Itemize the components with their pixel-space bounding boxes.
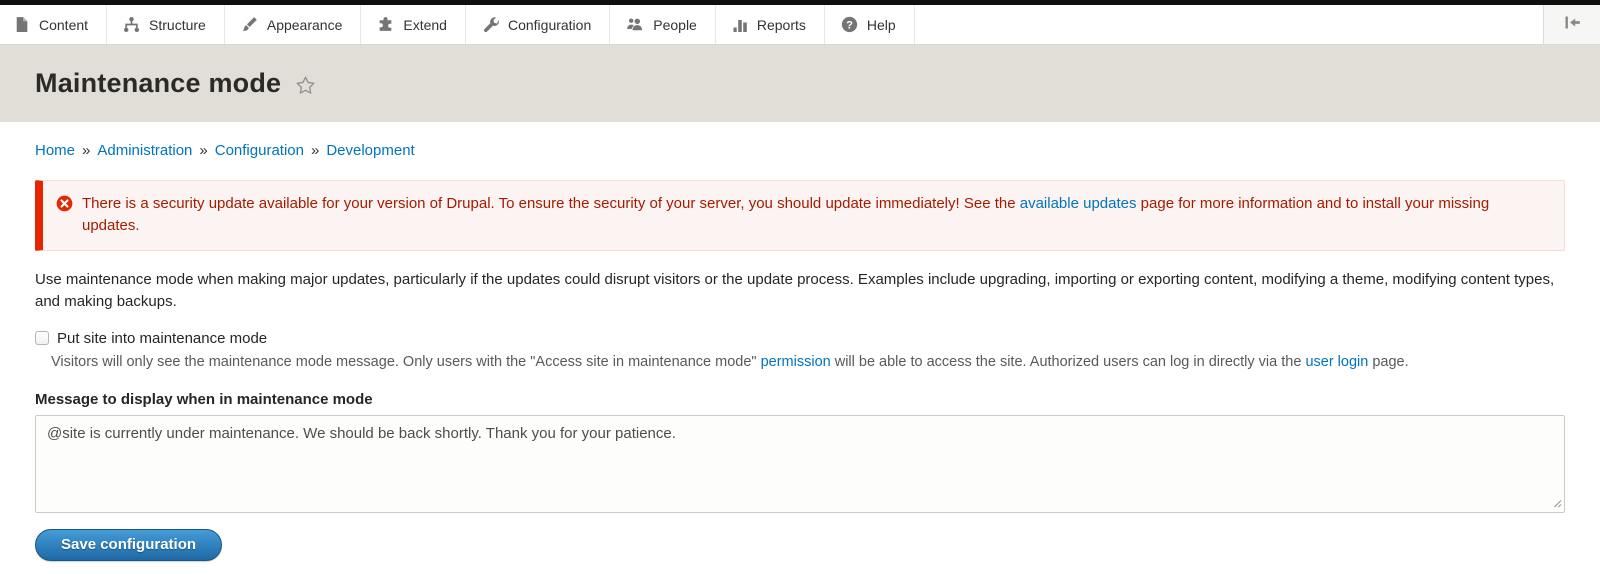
toolbar-item-label: Extend: [403, 17, 447, 33]
breadcrumb-link-configuration[interactable]: Configuration: [215, 142, 304, 159]
toolbar-item-content[interactable]: Content: [0, 5, 107, 44]
user-login-link[interactable]: user login: [1305, 354, 1368, 370]
maintenance-message-textarea[interactable]: @site is currently under maintenance. We…: [35, 415, 1565, 513]
save-configuration-button[interactable]: Save configuration: [35, 529, 222, 561]
intro-text: Use maintenance mode when making major u…: [35, 269, 1565, 314]
toolbar-item-label: Reports: [757, 17, 806, 33]
available-updates-link[interactable]: available updates: [1020, 195, 1137, 212]
paintbrush-icon: [241, 16, 258, 33]
maintenance-mode-row: Put site into maintenance mode: [35, 330, 1565, 347]
toolbar-item-help[interactable]: ? Help: [825, 5, 915, 44]
message-field-label: Message to display when in maintenance m…: [35, 391, 1565, 408]
toolbar-item-label: Structure: [149, 17, 206, 33]
error-text-before: There is a security update available for…: [82, 195, 1020, 212]
page-header: Maintenance mode: [0, 45, 1600, 122]
puzzle-icon: [377, 16, 394, 33]
favorite-star-icon[interactable]: [294, 74, 317, 97]
toolbar-item-appearance[interactable]: Appearance: [225, 5, 362, 44]
toolbar-item-label: Help: [867, 17, 896, 33]
breadcrumb-link-development[interactable]: Development: [326, 142, 414, 159]
message-field-wrap: @site is currently under maintenance. We…: [35, 415, 1565, 513]
help-icon: ?: [841, 16, 858, 33]
toolbar-item-extend[interactable]: Extend: [361, 5, 466, 44]
toolbar-item-structure[interactable]: Structure: [107, 5, 225, 44]
toolbar-item-configuration[interactable]: Configuration: [466, 5, 610, 44]
breadcrumb-link-administration[interactable]: Administration: [97, 142, 192, 159]
wrench-icon: [482, 16, 499, 33]
description-part3: page.: [1368, 354, 1408, 370]
description-part2: will be able to access the site. Authori…: [831, 354, 1306, 370]
svg-text:?: ?: [846, 19, 853, 31]
breadcrumb-separator: »: [199, 142, 207, 159]
textarea-resize-handle[interactable]: [1551, 497, 1562, 508]
toolbar-item-label: People: [653, 17, 697, 33]
toolbar-item-reports[interactable]: Reports: [716, 5, 825, 44]
maintenance-mode-checkbox[interactable]: [35, 331, 49, 345]
admin-toolbar: Content Structure Appearance Extend Conf…: [0, 5, 1600, 45]
breadcrumb: Home » Administration » Configuration » Develo…: [0, 122, 1600, 159]
toolbar-item-label: Configuration: [508, 17, 591, 33]
maintenance-mode-label[interactable]: Put site into maintenance mode: [57, 330, 267, 347]
toolbar-collapse-button[interactable]: [1543, 5, 1600, 44]
toolbar-item-people[interactable]: People: [610, 5, 716, 44]
toolbar-item-label: Content: [39, 17, 88, 33]
error-message: There is a security update available for…: [35, 180, 1565, 251]
permission-link[interactable]: permission: [761, 354, 831, 370]
error-text: There is a security update available for…: [82, 193, 1549, 237]
error-icon: [56, 195, 73, 212]
breadcrumb-link-home[interactable]: Home: [35, 142, 75, 159]
sitemap-icon: [123, 16, 140, 33]
file-icon: [13, 16, 30, 33]
people-icon: [626, 16, 644, 33]
breadcrumb-separator: »: [82, 142, 90, 159]
breadcrumb-separator: »: [311, 142, 319, 159]
description-part1: Visitors will only see the maintenance m…: [51, 354, 761, 370]
bar-chart-icon: [732, 17, 748, 33]
maintenance-mode-description: Visitors will only see the maintenance m…: [51, 352, 1565, 373]
toolbar-item-label: Appearance: [267, 17, 343, 33]
collapse-left-icon: [1564, 15, 1581, 35]
page-title: Maintenance mode: [35, 68, 281, 99]
